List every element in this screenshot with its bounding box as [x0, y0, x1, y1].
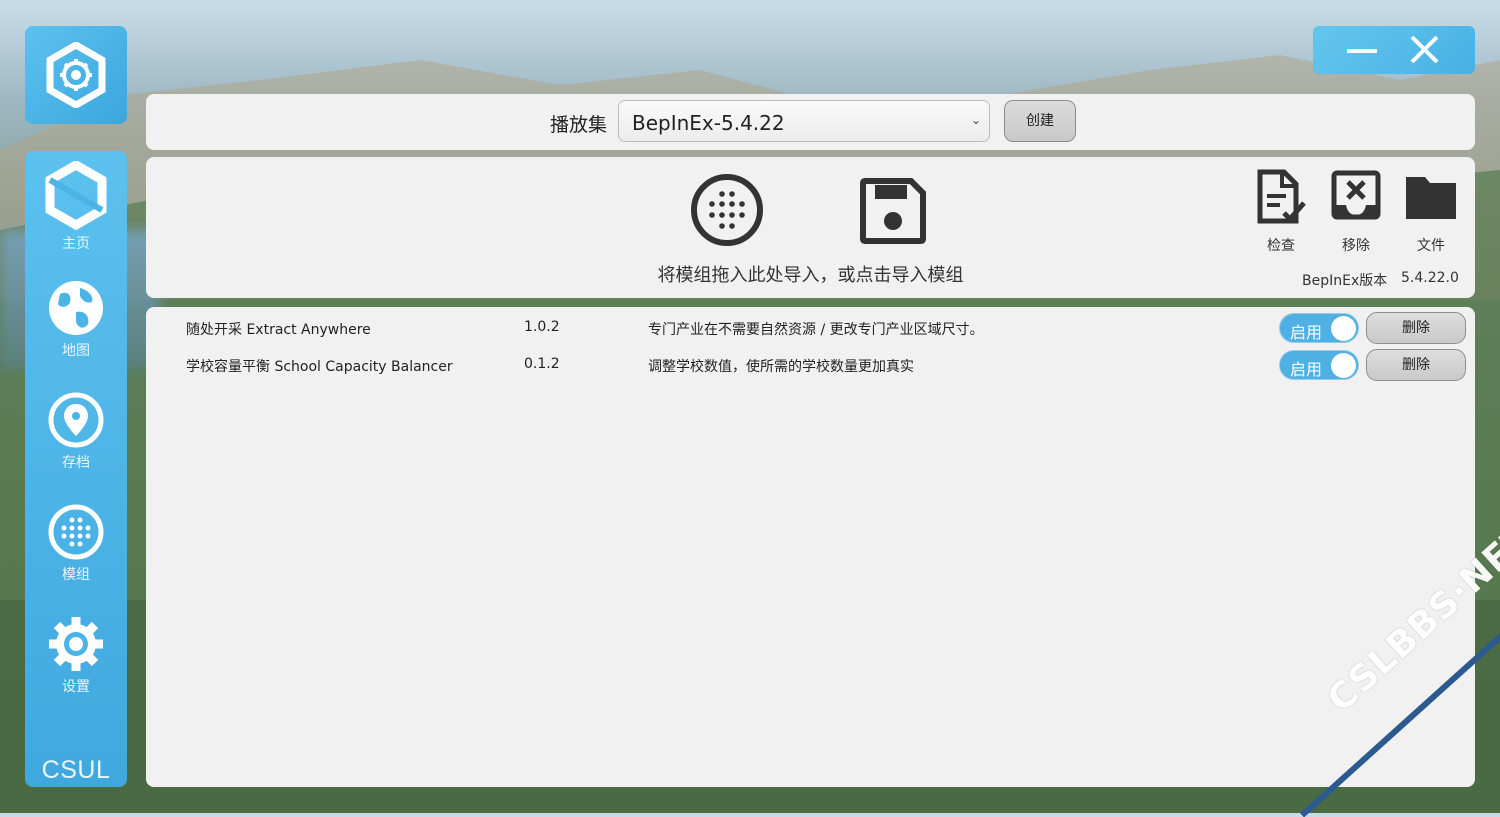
sidebar-item-label: 设置: [62, 679, 90, 695]
toggle-knob: [1331, 353, 1356, 378]
sidebar: 主页 地图 存档 模组 设置 CSUL: [25, 151, 127, 787]
sidebar-item-mods[interactable]: 模组: [25, 502, 127, 584]
gear-icon: [49, 617, 103, 671]
delete-button[interactable]: 删除: [1366, 312, 1466, 344]
bepinex-version-value: 5.4.22.0: [1401, 270, 1459, 286]
mod-description: 专门产业在不需要自然资源 / 更改专门产业区域尺寸。: [648, 322, 984, 338]
profile-select-value: BepInEx-5.4.22: [632, 111, 785, 135]
brand-text: CSUL: [41, 756, 111, 784]
location-pin-icon: [48, 392, 104, 448]
profile-bar: 播放集 BepInEx-5.4.22 ⌄ 创建: [146, 94, 1475, 150]
create-button[interactable]: 创建: [1004, 100, 1076, 142]
enable-toggle[interactable]: 启用: [1279, 313, 1359, 343]
tool-label: 移除: [1342, 238, 1370, 254]
app-logo: [25, 26, 127, 124]
mod-list: 随处开采 Extract Anywhere 1.0.2 专门产业在不需要自然资源…: [146, 307, 1475, 787]
mod-description: 调整学校数值，使所需的学校数量更加真实: [648, 359, 914, 375]
check-document-icon: [1257, 169, 1306, 224]
mods-grid-icon: [48, 504, 104, 560]
sidebar-item-label: 地图: [62, 343, 90, 359]
folder-icon: [1406, 177, 1456, 219]
mod-name: 随处开采 Extract Anywhere: [186, 322, 371, 338]
bepinex-version-label: BepInEx版本: [1302, 273, 1388, 289]
enable-toggle[interactable]: 启用: [1279, 350, 1359, 380]
sidebar-item-home[interactable]: 主页: [25, 161, 127, 253]
check-button[interactable]: 检查: [1251, 169, 1311, 255]
table-row: 随处开采 Extract Anywhere 1.0.2 专门产业在不需要自然资源…: [146, 308, 1475, 344]
app-logo-icon: [46, 42, 106, 108]
tool-label: 检查: [1267, 238, 1295, 254]
home-hexagon-icon: [45, 161, 107, 231]
mod-version: 1.0.2: [524, 319, 560, 335]
profile-select[interactable]: BepInEx-5.4.22 ⌄: [618, 100, 990, 142]
mods-grid-icon: [691, 174, 763, 246]
profile-label: 播放集: [550, 114, 608, 136]
minimize-button[interactable]: [1323, 26, 1393, 74]
sidebar-item-label: 模组: [62, 567, 90, 583]
tool-label: 文件: [1417, 238, 1445, 254]
save-profile-button[interactable]: [859, 177, 927, 249]
remove-icon: [1331, 170, 1381, 220]
mod-name: 学校容量平衡 School Capacity Balancer: [186, 359, 453, 375]
files-button[interactable]: 文件: [1401, 169, 1461, 255]
sidebar-item-label: 主页: [62, 236, 90, 252]
close-icon: [1410, 35, 1439, 64]
window-controls: [1313, 26, 1475, 74]
drop-hint-text: 将模组拖入此处导入，或点击导入模组: [657, 265, 964, 286]
globe-icon: [49, 281, 103, 335]
sidebar-item-saves[interactable]: 存档: [25, 390, 127, 472]
delete-button[interactable]: 删除: [1366, 349, 1466, 381]
table-row: 学校容量平衡 School Capacity Balancer 0.1.2 调整…: [146, 345, 1475, 381]
toggle-knob: [1331, 316, 1356, 341]
toggle-label: 启用: [1290, 323, 1323, 342]
sidebar-item-settings[interactable]: 设置: [25, 614, 127, 696]
remove-button[interactable]: 移除: [1326, 169, 1386, 255]
minimize-icon: [1347, 49, 1377, 53]
chevron-down-icon: ⌄: [970, 113, 981, 127]
import-panel: 将模组拖入此处导入，或点击导入模组 检查 移除 文件 BepInEx版本 5.4…: [146, 157, 1475, 298]
close-button[interactable]: [1391, 26, 1461, 74]
sidebar-item-label: 存档: [62, 455, 90, 471]
import-mod-button[interactable]: [690, 173, 764, 251]
toggle-label: 启用: [1290, 360, 1323, 379]
floppy-disk-icon: [860, 178, 926, 244]
sidebar-item-map[interactable]: 地图: [25, 278, 127, 360]
mod-version: 0.1.2: [524, 356, 560, 372]
